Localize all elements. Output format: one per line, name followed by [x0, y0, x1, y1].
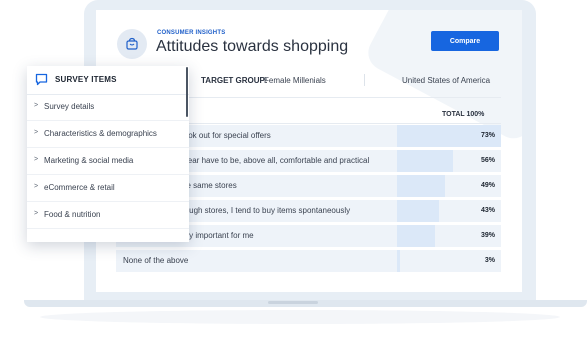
row-percentage: 73% [480, 132, 495, 139]
laptop-notch [268, 301, 318, 304]
row-percentage: 56% [480, 157, 495, 164]
chevron-right-icon: > [34, 156, 39, 163]
page-title: Attitudes towards shopping [156, 38, 349, 55]
laptop-shadow [40, 310, 560, 324]
target-group-selector[interactable]: Female Millenials [264, 76, 326, 85]
percentage-bar [397, 150, 453, 172]
row-label: he same stores [182, 181, 237, 190]
target-group-label: TARGET GROUP: [201, 76, 268, 85]
compare-button[interactable]: Compare [431, 31, 499, 51]
chevron-right-icon: > [34, 129, 39, 136]
survey-item-label: Marketing & social media [44, 156, 134, 165]
row-percentage: 3% [484, 257, 495, 264]
survey-item-marketing[interactable]: > Marketing & social media [27, 148, 189, 175]
row-label: look out for special offers [182, 131, 271, 140]
survey-items-panel: SURVEY ITEMS > Survey details > Characte… [27, 66, 189, 242]
survey-item-ecommerce[interactable]: > eCommerce & retail [27, 175, 189, 202]
chevron-right-icon: > [34, 102, 39, 109]
survey-item-label: Food & nutrition [44, 210, 101, 219]
panel-title: SURVEY ITEMS [55, 75, 117, 84]
shopping-bag-icon [117, 29, 147, 59]
chat-icon [35, 73, 48, 91]
survey-item-characteristics[interactable]: > Characteristics & demographics [27, 121, 189, 148]
survey-item-label: Survey details [44, 102, 95, 111]
row-label: ery important for me [182, 231, 254, 240]
percentage-bar [397, 175, 445, 197]
total-column-header: TOTAL 100% [442, 111, 485, 118]
table-row[interactable]: None of the above 3% [116, 250, 501, 272]
chevron-right-icon: > [34, 210, 39, 217]
divider [364, 74, 365, 86]
row-percentage: 43% [480, 207, 495, 214]
percentage-bar [397, 250, 400, 272]
row-percentage: 39% [480, 232, 495, 239]
survey-item-survey-details[interactable]: > Survey details [27, 94, 189, 121]
section-eyebrow: CONSUMER INSIGHTS [157, 30, 226, 36]
panel-header: SURVEY ITEMS [27, 66, 189, 95]
row-percentage: 49% [480, 182, 495, 189]
percentage-bar [397, 200, 439, 222]
survey-item-label: eCommerce & retail [44, 183, 115, 192]
survey-item-food-nutrition[interactable]: > Food & nutrition [27, 202, 189, 229]
row-label: rough stores, I tend to buy items sponta… [182, 206, 351, 215]
survey-item-label: Characteristics & demographics [44, 129, 157, 138]
chevron-right-icon: > [34, 183, 39, 190]
percentage-bar [397, 225, 435, 247]
country-selector[interactable]: United States of America [402, 76, 490, 85]
row-label: wear have to be, above all, comfortable … [182, 156, 370, 165]
row-label: None of the above [123, 256, 189, 265]
panel-scrollbar[interactable] [186, 67, 188, 117]
